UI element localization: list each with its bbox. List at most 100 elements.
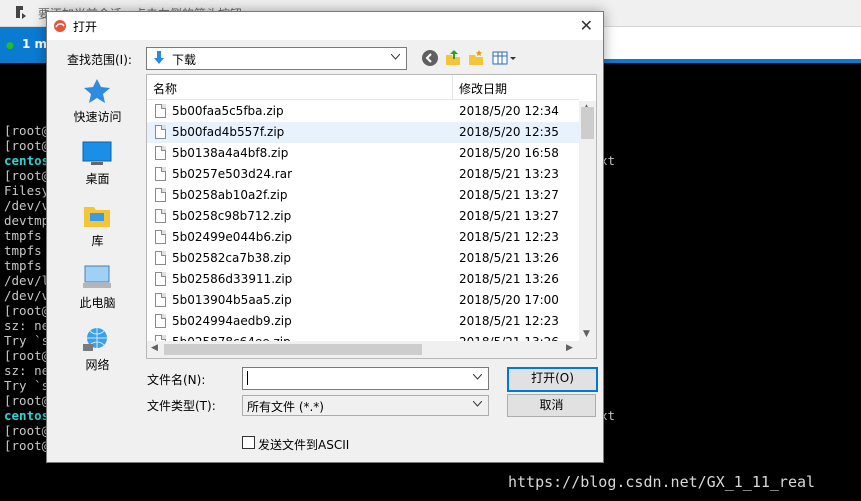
terminal-line: [root@ [4, 138, 50, 153]
file-icon [155, 104, 166, 118]
connected-dot-icon: ● [6, 41, 14, 51]
terminal-line: [root@ [4, 168, 50, 183]
terminal-line: [root@ [4, 303, 50, 318]
place-this-pc[interactable]: 此电脑 [53, 260, 142, 318]
place-network[interactable]: 网络 [53, 322, 142, 380]
ascii-checkbox[interactable] [242, 436, 255, 449]
file-name: 5b00faa5c5fba.zip [172, 104, 284, 118]
file-modified: 2018/5/21 13:27 [459, 209, 559, 223]
file-modified: 2018/5/20 12:34 [459, 104, 559, 118]
filetype-label: 文件类型(T): [147, 399, 216, 413]
column-divider[interactable] [452, 75, 453, 99]
file-name: 5b02582ca7b38.zip [172, 251, 291, 265]
chevron-down-icon [473, 401, 482, 407]
place-label: 库 [91, 234, 104, 248]
place-label: 桌面 [85, 172, 110, 186]
terminal-line: centos [4, 408, 50, 423]
file-row[interactable]: 5b02586d33911.zip 2018/5/21 13:26 [147, 269, 579, 290]
file-row[interactable]: 5b024994aedb9.zip 2018/5/21 12:23 [147, 311, 579, 332]
terminal-line: centos [4, 153, 50, 168]
view-menu-icon[interactable] [492, 49, 518, 67]
terminal-line: sz: ne [4, 363, 50, 378]
look-in-value: 下载 [172, 53, 197, 67]
cancel-button[interactable]: 取消 [507, 394, 596, 417]
file-modified: 2018/5/21 13:27 [459, 188, 559, 202]
file-modified: 2018/5/20 12:35 [459, 125, 559, 139]
file-name: 5b0138a4a4bf8.zip [172, 146, 289, 160]
scroll-thumb[interactable] [164, 344, 422, 355]
file-modified: 2018/5/21 13:26 [459, 251, 559, 265]
file-list[interactable]: ^ 名称 修改日期 5b00faa5c5fba.zip 2018/5/20 12:… [146, 74, 597, 359]
place-label: 此电脑 [79, 296, 116, 310]
file-name: 5b0258ab10a2f.zip [172, 188, 288, 202]
place-quick-access[interactable]: 快速访问 [53, 74, 142, 132]
close-icon[interactable]: ✕ [580, 16, 593, 35]
file-modified: 2018/5/20 17:00 [459, 293, 559, 307]
horizontal-scrollbar[interactable]: ◀ ▶ [147, 341, 579, 358]
app-logo-icon [54, 20, 66, 32]
vertical-scrollbar[interactable]: ▲ ▼ [579, 101, 596, 358]
star-icon [84, 79, 110, 103]
new-folder-icon[interactable] [467, 49, 485, 67]
look-in-dropdown[interactable]: 下载 [146, 47, 407, 70]
file-row[interactable]: 5b0257e503d24.rar 2018/5/21 13:23 [147, 164, 579, 185]
file-icon [155, 167, 166, 181]
filetype-value: 所有文件 (*.*) [247, 400, 324, 414]
file-icon [155, 188, 166, 202]
file-icon [155, 146, 166, 160]
file-name: 5b00fad4b557f.zip [172, 125, 285, 139]
file-row[interactable]: 5b00fad4b557f.zip 2018/5/20 12:35 [147, 122, 579, 143]
file-row[interactable]: 5b00faa5c5fba.zip 2018/5/20 12:34 [147, 101, 579, 122]
network-icon [83, 328, 107, 351]
file-icon [155, 209, 166, 223]
terminal-line: devtmp [4, 213, 50, 228]
open-button[interactable]: 打开(O) [507, 367, 598, 392]
file-rows: 5b00faa5c5fba.zip 2018/5/20 12:34 5b00fad4… [147, 101, 579, 353]
column-header-name[interactable]: 名称 [153, 80, 177, 97]
file-row[interactable]: 5b02499e044b6.zip 2018/5/21 12:23 [147, 227, 579, 248]
text-caret [247, 371, 248, 385]
terminal-line: Try `s [4, 333, 50, 348]
file-row[interactable]: 5b0258c98b712.zip 2018/5/21 13:27 [147, 206, 579, 227]
file-list-header: ^ 名称 修改日期 [147, 75, 579, 100]
tab-session-1[interactable]: ● 1 mo [0, 27, 55, 63]
ascii-checkbox-label[interactable]: 发送文件到ASCII [258, 436, 349, 453]
terminal-line: /dev/v [4, 288, 50, 303]
file-name: 5b02499e044b6.zip [172, 230, 293, 244]
file-name: 5b02586d33911.zip [172, 272, 293, 286]
file-row[interactable]: 5b013904b5aa5.zip 2018/5/20 17:00 [147, 290, 579, 311]
dialog-titlebar[interactable]: 打开 ✕ [47, 12, 603, 40]
scroll-thumb[interactable] [581, 107, 594, 139]
file-modified: 2018/5/21 13:26 [459, 272, 559, 286]
scroll-down-icon[interactable]: ▼ [583, 329, 590, 339]
file-icon [155, 314, 166, 328]
file-icon [155, 293, 166, 307]
column-header-modified[interactable]: 修改日期 [459, 80, 507, 97]
file-modified: 2018/5/21 12:23 [459, 314, 559, 328]
scroll-right-icon[interactable]: ▶ [566, 343, 573, 353]
dialog-title: 打开 [73, 20, 98, 34]
file-modified: 2018/5/20 16:58 [459, 146, 559, 160]
up-folder-icon[interactable] [444, 49, 462, 67]
file-row[interactable]: 5b0258ab10a2f.zip 2018/5/21 13:27 [147, 185, 579, 206]
place-library[interactable]: 库 [53, 198, 142, 256]
file-name: 5b0257e503d24.rar [172, 167, 292, 181]
file-name: 5b0258c98b712.zip [172, 209, 292, 223]
file-icon [155, 230, 166, 244]
terminal-line: [root@ [4, 348, 50, 363]
filename-combobox[interactable] [242, 367, 489, 390]
back-icon[interactable] [421, 49, 439, 67]
session-arrow-icon[interactable] [14, 5, 28, 19]
place-desktop[interactable]: 桌面 [53, 136, 142, 194]
file-modified: 2018/5/21 13:23 [459, 167, 559, 181]
open-file-dialog: 打开 ✕ 查找范围(I): 下载 快速访问 桌面 库 此电脑 网络 ^ 名称 修… [46, 11, 604, 463]
file-name: 5b024994aedb9.zip [172, 314, 292, 328]
download-icon [154, 51, 164, 64]
scroll-left-icon[interactable]: ◀ [151, 343, 158, 353]
chevron-down-icon[interactable] [473, 374, 482, 380]
filetype-dropdown[interactable]: 所有文件 (*.*) [242, 395, 489, 416]
file-row[interactable]: 5b02582ca7b38.zip 2018/5/21 13:26 [147, 248, 579, 269]
terminal-line: /dev/v [4, 198, 50, 213]
file-row[interactable]: 5b0138a4a4bf8.zip 2018/5/20 16:58 [147, 143, 579, 164]
terminal-line: tmpfs [4, 258, 42, 273]
